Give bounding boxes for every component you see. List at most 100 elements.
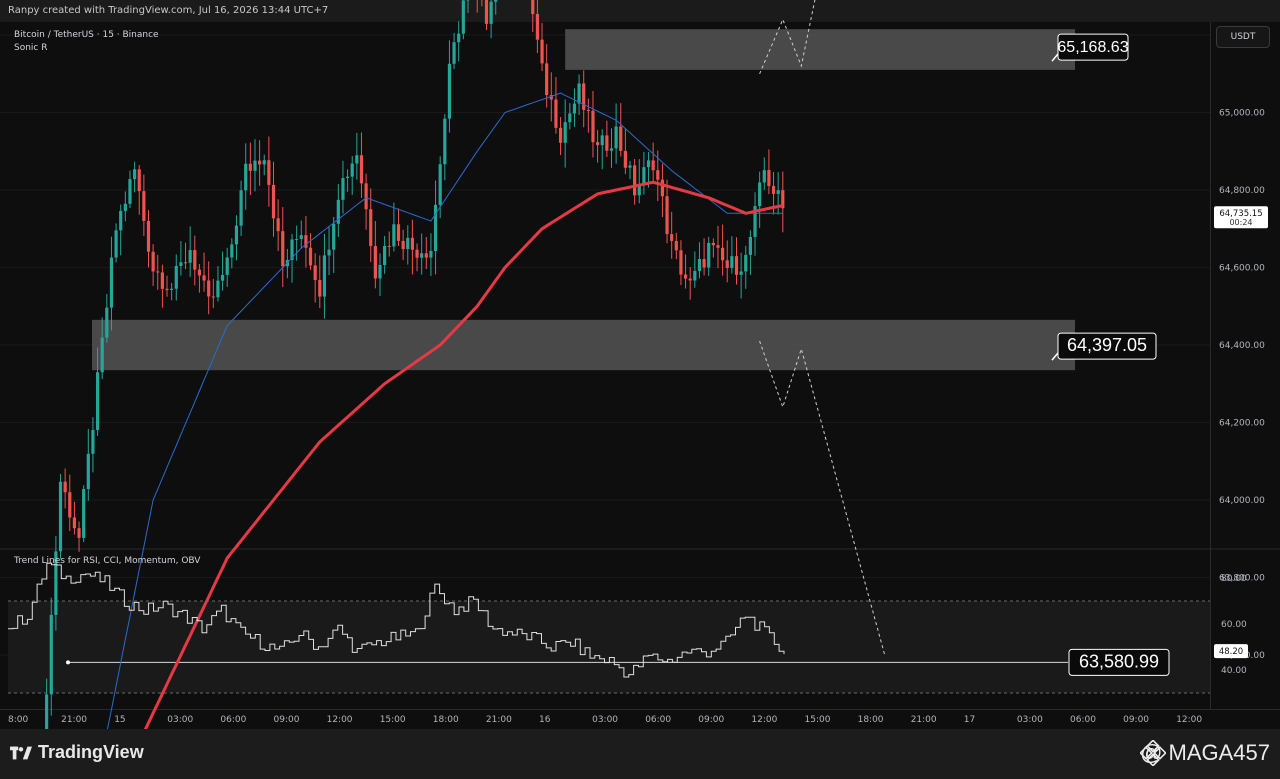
candle-body	[211, 296, 215, 298]
time-tick-label: 03:00	[592, 715, 618, 725]
symbol-legend[interactable]: Bitcoin / TetherUS · 15 · Binance	[14, 30, 159, 40]
time-tick-label: 06:00	[645, 715, 671, 725]
candle-body	[170, 288, 174, 290]
candle-body	[693, 270, 697, 281]
price-tick-label: 65,000.00	[1219, 109, 1265, 119]
candle-body	[447, 63, 452, 119]
candle-body	[146, 220, 151, 252]
candle-body	[660, 179, 665, 197]
osc-tick-label: 80.00	[1221, 574, 1247, 584]
candle-body	[771, 186, 776, 194]
candle-body	[674, 240, 678, 251]
candle-body	[133, 169, 137, 180]
candle-body	[262, 160, 266, 165]
candle-body	[707, 242, 711, 268]
candle-body	[642, 167, 646, 184]
candle-body	[438, 164, 442, 205]
candle-body	[82, 489, 86, 538]
price-tick-label: 64,400.00	[1219, 341, 1265, 351]
candle-body	[697, 258, 702, 271]
candle-body	[679, 250, 683, 275]
candle-body	[295, 239, 299, 241]
time-tick-label: 21:00	[486, 715, 512, 725]
candle-body	[105, 307, 109, 338]
candle-body	[429, 250, 433, 258]
candle-body	[461, 0, 465, 34]
candle-body	[202, 275, 206, 281]
candle-body	[244, 163, 248, 191]
candle-body	[188, 250, 192, 263]
candle-body	[197, 269, 202, 276]
candle-body	[410, 237, 414, 250]
candle-body	[258, 160, 262, 165]
candle-body	[614, 126, 618, 149]
time-tick-label: 03:00	[167, 715, 193, 725]
time-tick-label: 16	[539, 715, 551, 725]
time-tick-label: 09:00	[698, 715, 724, 725]
candle-body	[86, 453, 90, 490]
oscillator-legend[interactable]: Trend Lines for RSI, CCI, Momentum, OBV	[14, 556, 200, 566]
osc-band	[8, 601, 1210, 693]
level-label: 64,397.05	[1067, 335, 1147, 355]
candle-body	[396, 224, 401, 241]
candle-body	[605, 135, 609, 151]
candle-body	[776, 190, 780, 194]
candle-body	[767, 170, 771, 187]
tradingview-logo[interactable]: TradingView	[10, 742, 144, 763]
price-tick-label: 64,600.00	[1219, 264, 1265, 274]
candle-body	[721, 247, 725, 261]
candle-body	[378, 265, 382, 279]
candle-body	[600, 135, 604, 146]
candle-body	[327, 249, 331, 256]
candle-body	[234, 225, 239, 245]
candle-body	[651, 160, 655, 171]
candle-body	[725, 260, 729, 268]
candle-body	[123, 203, 127, 211]
indicator-legend[interactable]: Sonic R	[14, 43, 48, 53]
candle-body	[623, 150, 627, 168]
candle-body	[193, 250, 197, 270]
candle-body	[558, 127, 563, 143]
candle-body	[734, 256, 739, 275]
candle-body	[415, 249, 419, 258]
chart-svg: 65,800.0065,600.0065,400.0065,200.0065,0…	[0, 0, 1280, 729]
candle-body	[420, 253, 424, 258]
candle-body	[628, 165, 632, 168]
candle-body	[359, 155, 364, 184]
level-label: 65,168.63	[1057, 39, 1128, 56]
time-tick-label: 12:00	[751, 715, 777, 725]
candle-body	[160, 272, 164, 289]
candle-body	[216, 280, 220, 298]
time-tick-label: 21:00	[911, 715, 937, 725]
candle-body	[77, 528, 81, 538]
candle-body	[63, 481, 67, 493]
time-tick-label: 15	[114, 715, 125, 725]
candle-body	[114, 230, 118, 258]
candle-body	[387, 245, 391, 247]
time-tick-label: 8:00	[8, 715, 28, 725]
level-label: 63,580.99	[1079, 651, 1159, 671]
candle-body	[119, 210, 123, 231]
currency-button[interactable]: USDT	[1216, 26, 1270, 48]
candle-body	[151, 251, 155, 272]
osc-tick-label: 60.00	[1221, 620, 1247, 630]
candle-body	[109, 257, 114, 308]
candle-body	[452, 42, 456, 64]
candle-body	[281, 231, 285, 267]
candle-body	[554, 99, 558, 128]
candle-body	[716, 245, 720, 248]
time-tick-label: 03:00	[1017, 715, 1043, 725]
candle-body	[730, 256, 734, 268]
time-tick-label: 06:00	[220, 715, 246, 725]
candle-body	[183, 262, 188, 264]
candle-body	[711, 242, 715, 246]
candle-body	[179, 262, 183, 266]
candle-body	[683, 274, 688, 279]
candle-body	[271, 184, 276, 219]
watermark: @ MAGA457	[1140, 740, 1270, 766]
level-anchor-dot	[66, 660, 70, 665]
candle-body	[688, 278, 692, 281]
candle-body	[619, 126, 623, 151]
candle-body	[586, 109, 590, 111]
candle-body	[762, 170, 766, 183]
